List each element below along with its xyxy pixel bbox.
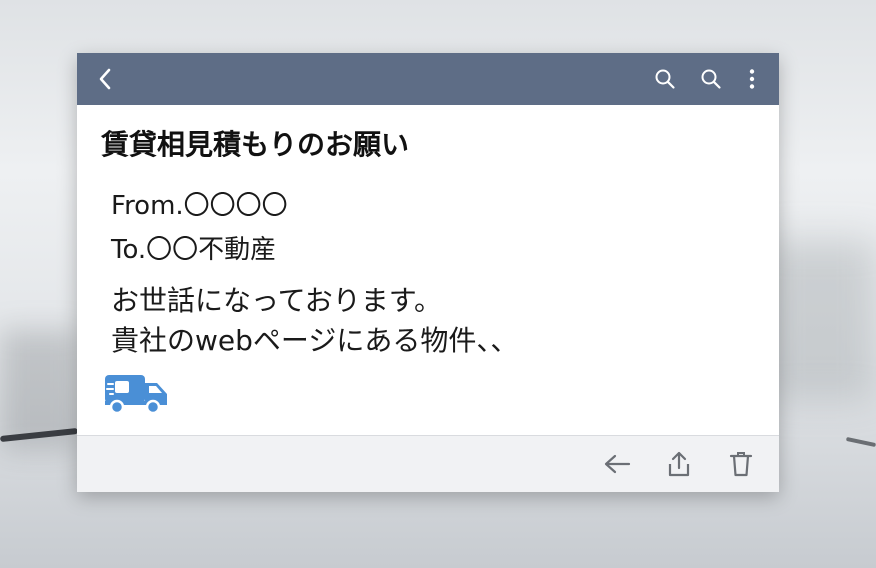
background-blur-right xyxy=(766,240,876,400)
more-vertical-icon xyxy=(749,69,755,89)
search-button-2[interactable] xyxy=(697,53,725,105)
trash-icon xyxy=(729,452,753,477)
mail-subject: 賃貸相見積もりのお願い xyxy=(101,128,410,161)
background-pen-right xyxy=(845,436,876,448)
search-button[interactable] xyxy=(651,53,679,105)
share-button[interactable] xyxy=(661,436,697,492)
mail-to: To.〇〇不動産 xyxy=(111,235,277,265)
arrow-left-icon xyxy=(604,454,631,474)
more-options-button[interactable] xyxy=(741,53,763,105)
mail-body-line-2: 貴社のwebページにある物件、、 xyxy=(111,324,519,357)
mail-window: 賃貸相見積もりのお願い From.〇〇〇〇 To.〇〇不動産 お世話になっており… xyxy=(77,53,779,492)
search-icon xyxy=(701,69,721,89)
title-bar xyxy=(77,53,779,105)
mail-from: From.〇〇〇〇 xyxy=(111,191,288,221)
delivery-truck-icon xyxy=(105,375,167,415)
back-arrow-button[interactable] xyxy=(599,436,635,492)
back-button[interactable] xyxy=(89,53,121,105)
delete-button[interactable] xyxy=(723,436,759,492)
search-icon xyxy=(655,69,675,89)
mail-body-line-1: お世話になっております。 xyxy=(111,284,442,317)
bottom-toolbar xyxy=(77,435,779,492)
share-icon xyxy=(668,451,690,477)
back-chevron-icon xyxy=(99,68,111,90)
